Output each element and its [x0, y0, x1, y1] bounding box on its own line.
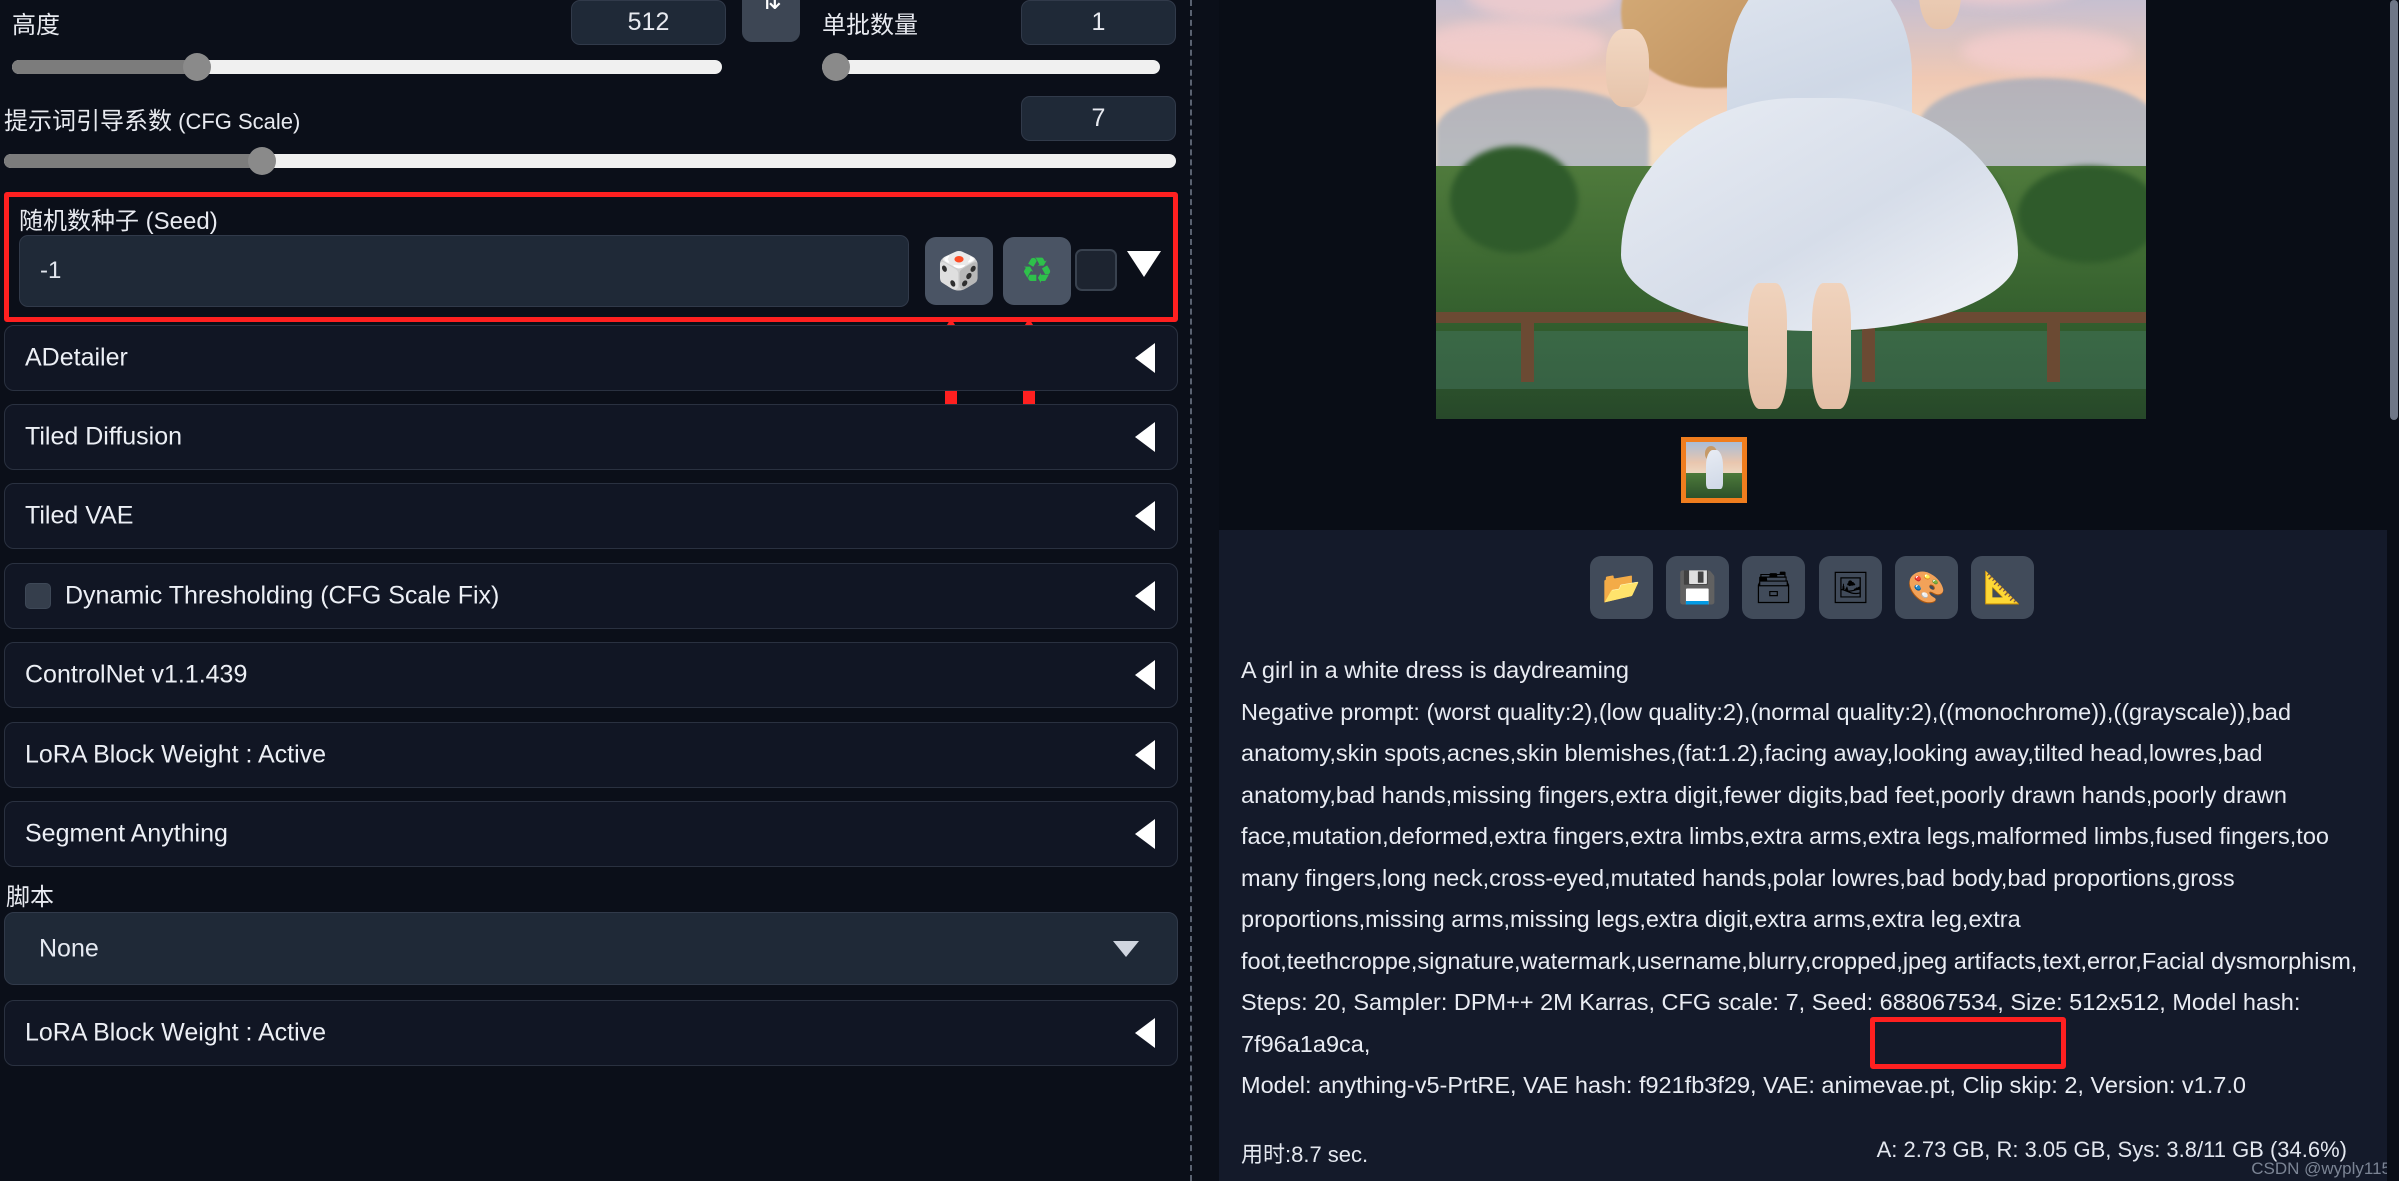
cfg-scale-label-sub: (CFG Scale) [172, 109, 301, 134]
generated-image[interactable] [1436, 0, 2146, 419]
right-output-panel: 📂 💾 🗃 🖼 🎨 📐 A girl in a white dress is d… [1219, 0, 2399, 1181]
open-folder-button[interactable]: 📂 [1590, 556, 1653, 619]
cfg-scale-slider-fill [4, 154, 262, 168]
accordion-dynamic-thresholding[interactable]: Dynamic Thresholding (CFG Scale Fix) [4, 563, 1178, 629]
seed-section-highlight: 随机数种子 (Seed) -1 🎲 ♻ [4, 192, 1178, 322]
height-slider-thumb[interactable] [182, 53, 211, 81]
cfg-scale-slider-thumb[interactable] [247, 147, 276, 175]
accordion-label: Segment Anything [25, 819, 228, 848]
batch-count-value-input[interactable]: 1 [1021, 0, 1176, 45]
panel-divider [1190, 0, 1192, 1181]
extra-seed-checkbox[interactable] [1075, 249, 1117, 291]
seed-input[interactable]: -1 [19, 235, 909, 307]
height-slider[interactable] [12, 53, 722, 81]
image-toolbar: 📂 💾 🗃 🖼 🎨 📐 [1219, 545, 2399, 635]
caret-left-icon[interactable] [1135, 501, 1155, 531]
dice-icon: 🎲 [936, 250, 982, 291]
accordion-tiled-diffusion[interactable]: Tiled Diffusion [4, 404, 1178, 470]
recycle-icon: ♻ [1020, 250, 1054, 291]
caret-left-icon[interactable] [1135, 343, 1155, 373]
batch-count-label: 单批数量 [822, 12, 918, 39]
accordion-label: ADetailer [25, 343, 128, 372]
send-to-extras-button[interactable]: 📐 [1971, 556, 2034, 619]
floppy-disk-icon: 💾 [1678, 570, 1717, 605]
reuse-seed-button[interactable]: ♻ [1003, 237, 1071, 305]
seed-label-sub: (Seed) [139, 208, 218, 235]
accordion-label: Tiled Diffusion [25, 422, 183, 451]
accordion-label: Dynamic Thresholding (CFG Scale Fix) [65, 581, 500, 610]
triangular-ruler-icon: 📐 [1983, 570, 2022, 605]
caret-left-icon[interactable] [1135, 660, 1155, 690]
watermark-text: CSDN @wyply115 [2251, 1159, 2391, 1178]
prompt-text: A girl in a white dress is daydreaming [1241, 657, 1629, 683]
accordion-segment-anything[interactable]: Segment Anything [4, 801, 1178, 867]
batch-count-param-row: 单批数量 1 [818, 0, 1178, 81]
accordion-label: Tiled VAE [25, 501, 134, 530]
image-leg [1812, 282, 1851, 410]
image-railing-post [2046, 311, 2060, 382]
height-slider-fill [12, 60, 197, 74]
image-arm [1606, 29, 1649, 108]
model-info-text: Model: anything-v5-PrtRE, VAE hash: f921… [1241, 1072, 2246, 1098]
script-selected-value: None [39, 934, 99, 962]
height-value-input[interactable]: 512 [571, 0, 726, 45]
save-button[interactable]: 💾 [1666, 556, 1729, 619]
batch-count-slider[interactable] [821, 53, 1160, 81]
artist-palette-icon: 🎨 [1907, 570, 1946, 605]
image-railing-post [1521, 311, 1535, 382]
accordion-label: ControlNet v1.1.439 [25, 660, 248, 689]
zip-button[interactable]: 🗃 [1742, 556, 1805, 619]
accordion-lora-block-weight[interactable]: LoRA Block Weight : Active [4, 722, 1178, 788]
caret-left-icon[interactable] [1135, 740, 1155, 770]
cfg-scale-label: 提示词引导系数 (CFG Scale) [4, 108, 301, 135]
cfg-scale-param-row: 提示词引导系数 (CFG Scale) 7 [0, 96, 1180, 175]
image-leg [1748, 282, 1787, 410]
stable-diffusion-webui: 高度 512 ⇅ 单批数量 1 提示词引导系数 (CFG Scale) 7 随机… [0, 0, 2399, 1181]
generation-params-text: Steps: 20, Sampler: DPM++ 2M Karras, CFG… [1241, 989, 2301, 1057]
scrollbar-thumb[interactable] [2390, 0, 2398, 420]
dynamic-thresholding-checkbox[interactable] [25, 583, 51, 609]
accordion-tiled-vae[interactable]: Tiled VAE [4, 483, 1178, 549]
image-glass-panel [1436, 331, 2146, 390]
image-tree [2018, 165, 2146, 264]
image-cloud [1961, 29, 2132, 74]
thumbnail-item[interactable] [1681, 437, 1747, 503]
send-to-img2img-button[interactable]: 🖼 [1819, 556, 1882, 619]
caret-left-icon[interactable] [1135, 581, 1155, 611]
caret-left-icon[interactable] [1135, 422, 1155, 452]
accordion-label: LoRA Block Weight : Active [25, 1018, 327, 1047]
swap-dimensions-button[interactable]: ⇅ [742, 0, 800, 42]
card-file-box-icon: 🗃 [1753, 570, 1794, 605]
negative-prompt-text: Negative prompt: (worst quality:2),(low … [1241, 698, 2358, 974]
caret-down-icon[interactable] [1127, 251, 1161, 277]
caret-left-icon[interactable] [1135, 819, 1155, 849]
accordion-adetailer[interactable]: ADetailer [4, 325, 1178, 391]
accordion-controlnet[interactable]: ControlNet v1.1.439 [4, 642, 1178, 708]
seed-label: 随机数种子 (Seed) [19, 208, 218, 235]
script-select[interactable]: None [4, 912, 1178, 985]
chevron-down-icon[interactable] [1113, 940, 1139, 957]
cfg-scale-value-input[interactable]: 7 [1021, 96, 1176, 141]
elapsed-time-text: 用时:8.7 sec. [1241, 1142, 1369, 1167]
send-to-inpaint-button[interactable]: 🎨 [1895, 556, 1958, 619]
cfg-scale-slider[interactable] [4, 147, 1176, 175]
height-label: 高度 [12, 12, 60, 39]
accordion-label: LoRA Block Weight : Active [25, 740, 327, 769]
generation-info: A girl in a white dress is daydreaming N… [1219, 650, 2399, 1110]
caret-left-icon[interactable] [1135, 1018, 1155, 1048]
page-scrollbar[interactable] [2387, 0, 2399, 1181]
swap-dimensions-icon: ⇅ [760, 0, 782, 15]
left-parameters-panel: 高度 512 ⇅ 单批数量 1 提示词引导系数 (CFG Scale) 7 随机… [0, 0, 1192, 1181]
random-seed-button[interactable]: 🎲 [925, 237, 993, 305]
folder-icon: 📂 [1602, 570, 1641, 605]
thumbnail-figure [1706, 449, 1723, 490]
image-tree [1450, 146, 1578, 254]
accordion-lora-block-weight-2[interactable]: LoRA Block Weight : Active [4, 1000, 1178, 1066]
script-label: 脚本 [6, 884, 54, 911]
thumbnail-strip [1219, 430, 2399, 530]
batch-count-slider-thumb[interactable] [821, 53, 850, 81]
status-bar: 用时:8.7 sec. A: 2.73 GB, R: 3.05 GB, Sys:… [1219, 1119, 2399, 1181]
framed-picture-icon: 🖼 [1830, 570, 1871, 605]
